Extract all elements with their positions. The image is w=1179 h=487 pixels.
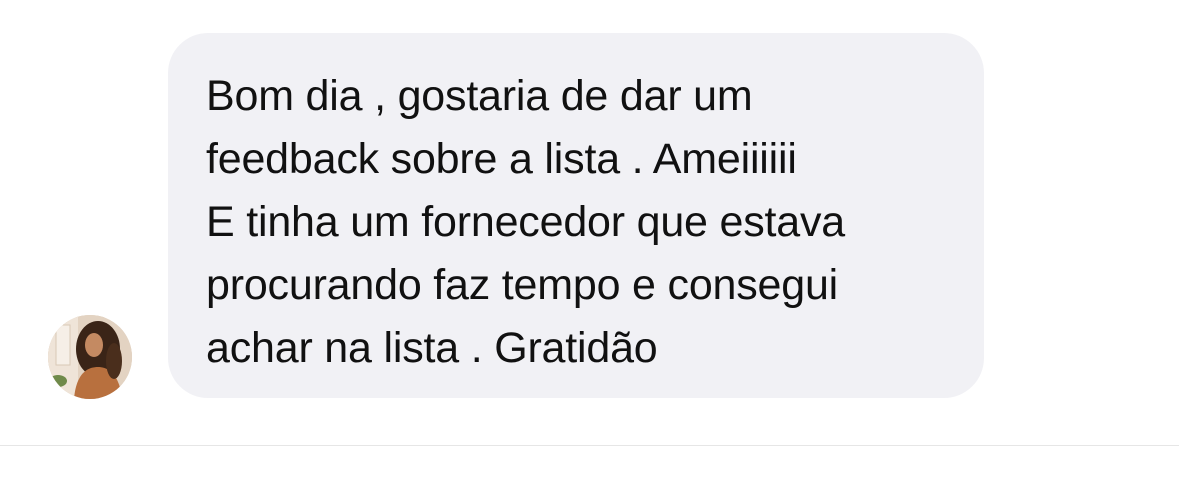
message-line: E tinha um fornecedor que estava: [206, 198, 845, 246]
user-avatar-photo-icon: [48, 315, 132, 399]
sender-avatar[interactable]: [48, 315, 132, 399]
message-line: procurando faz tempo e consegui: [206, 261, 839, 309]
divider: [0, 445, 1179, 446]
message-bubble[interactable]: Bom dia , gostaria de dar um feedback so…: [168, 33, 984, 398]
message-row: Bom dia , gostaria de dar um feedback so…: [0, 0, 1179, 445]
message-line: feedback sobre a lista . Ameiiiiii: [206, 135, 797, 183]
message-line: Bom dia , gostaria de dar um: [206, 72, 753, 120]
message-line: achar na lista . Gratidão: [206, 324, 658, 372]
